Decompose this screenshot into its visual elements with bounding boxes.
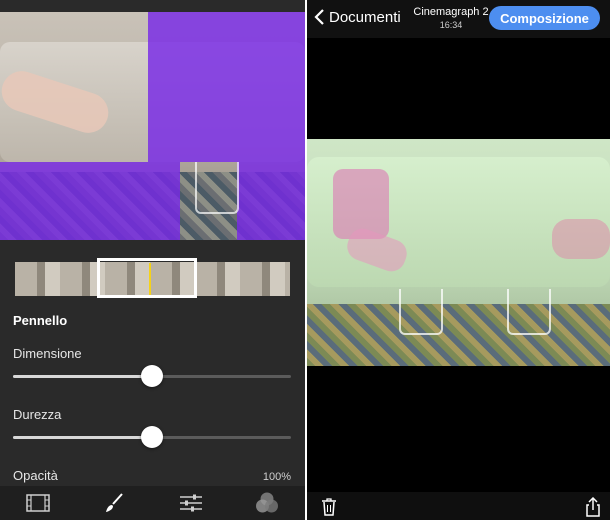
size-label: Dimensione bbox=[13, 346, 82, 361]
video-preview[interactable] bbox=[307, 139, 610, 366]
timeline-selection-window[interactable] bbox=[97, 258, 197, 298]
back-button[interactable]: Documenti bbox=[313, 8, 401, 26]
slider-fill bbox=[13, 375, 152, 378]
hand-shape bbox=[552, 219, 610, 259]
hardness-slider-knob[interactable] bbox=[141, 426, 163, 448]
opacity-value: 100% bbox=[262, 471, 291, 483]
sliders-icon[interactable] bbox=[172, 489, 210, 517]
video-preview-masked[interactable] bbox=[0, 12, 305, 240]
editor-toolbar bbox=[0, 486, 305, 520]
brush-icon[interactable] bbox=[95, 489, 133, 517]
size-slider[interactable] bbox=[13, 365, 291, 387]
mask-overlay-top bbox=[148, 12, 305, 162]
title-text: Cinemagraph 2 bbox=[413, 6, 489, 18]
navigation-bar: Documenti Cinemagraph 2 16:34 Composizio… bbox=[307, 0, 610, 38]
compose-button[interactable]: Composizione bbox=[489, 6, 600, 30]
glass-shape bbox=[507, 289, 551, 335]
section-title: Pennello bbox=[13, 313, 68, 328]
glass-shape bbox=[399, 289, 443, 335]
hardness-label: Durezza bbox=[13, 407, 62, 422]
chevron-left-icon bbox=[314, 9, 324, 25]
film-strip-icon[interactable] bbox=[19, 489, 57, 517]
duration-text: 16:34 bbox=[439, 20, 463, 30]
hardness-slider[interactable] bbox=[13, 426, 291, 448]
mask-overlay-bottom-left bbox=[0, 162, 180, 240]
overlay-icon[interactable] bbox=[248, 489, 286, 517]
mask-overlay-bottom-right bbox=[237, 162, 305, 240]
share-icon[interactable] bbox=[583, 496, 603, 517]
back-label: Documenti bbox=[329, 8, 401, 26]
opacity-label: Opacità bbox=[13, 468, 58, 483]
trash-icon[interactable] bbox=[319, 497, 339, 517]
bottom-toolbar bbox=[307, 492, 610, 520]
brush-editor-panel: Pennello Dimensione Durezza Opacità 100% bbox=[0, 0, 305, 520]
size-slider-knob[interactable] bbox=[141, 365, 163, 387]
glass-shape bbox=[195, 162, 239, 214]
slider-fill bbox=[13, 436, 152, 439]
document-title: Cinemagraph 2 16:34 bbox=[411, 6, 491, 30]
rug-pattern bbox=[307, 304, 610, 366]
timeline-playhead[interactable] bbox=[149, 263, 151, 295]
viewer-panel: Documenti Cinemagraph 2 16:34 Composizio… bbox=[307, 0, 610, 520]
